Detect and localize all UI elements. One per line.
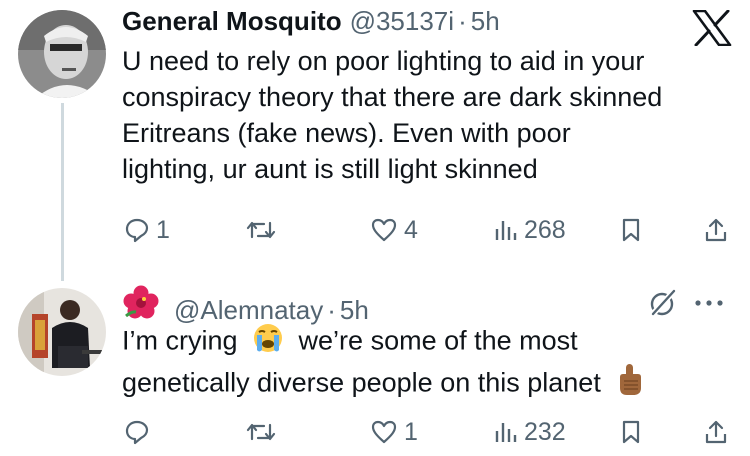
share-button[interactable] [704,210,728,250]
tweet1-header: General Mosquito @35137i · 5h [122,6,500,37]
view-count: 268 [524,215,566,244]
bookmark-icon [622,420,640,444]
hibiscus-flower-emoji [122,285,160,324]
header-separator: · [458,6,467,36]
tweet-text-line: Eritreans (fake news). Even with poor [122,118,571,148]
tweet-text-line: I’m crying we’re some of the most [122,322,644,363]
bookmark-icon [622,218,640,242]
tweet-text-fragment: genetically diverse people on this plane… [122,367,601,398]
grok-slash-circle-icon[interactable] [648,288,678,323]
like-count: 4 [404,215,418,244]
views-button[interactable]: 268 [494,210,566,250]
tweet-text-line: U need to rely on poor lighting to aid i… [122,46,645,76]
bookmark-button[interactable] [620,412,642,452]
comment-bubble-icon [125,218,149,243]
bookmark-button[interactable] [620,210,642,250]
tweet1-action-bar: 1 4 268 [122,210,732,250]
reply-button[interactable]: 1 [124,210,170,250]
tweet2-text: I’m crying we’re some of the most geneti… [122,322,644,406]
author-name[interactable]: General Mosquito [122,6,342,37]
tweet-text-line: genetically diverse people on this plane… [122,363,644,406]
avatar-alemnatay[interactable] [18,288,106,376]
more-dots-icon[interactable] [692,288,726,323]
comment-bubble-icon [125,420,149,445]
tweet1-text: U need to rely on poor lighting to aid i… [122,43,662,187]
heart-icon [371,420,397,444]
loudly-crying-face-emoji [251,322,285,363]
tweet-text-fragment: I’m crying [122,325,238,356]
heart-icon [371,218,397,242]
avatar-general-mosquito[interactable] [18,10,106,98]
tweet-text-fragment: we’re some of the most [298,325,578,356]
author-handle[interactable]: @35137i [350,6,454,37]
reply-count: 1 [156,215,170,244]
like-button[interactable]: 1 [370,412,418,452]
pointing-up-hand-emoji [614,363,644,406]
views-button[interactable]: 232 [494,412,566,452]
bar-chart-icon [495,423,517,442]
bar-chart-icon [495,221,517,240]
share-upload-icon [705,420,727,444]
tweet-text-line: conspiracy theory that there are dark sk… [122,82,663,112]
like-button[interactable]: 4 [370,210,418,250]
tweet-text-line: lighting, ur aunt is still light skinned [122,154,538,184]
retweet-button[interactable] [246,210,282,250]
tweet2-action-bar: 1 232 [122,412,732,452]
retweet-button[interactable] [246,412,282,452]
tweet-timestamp[interactable]: 5h [471,6,500,37]
share-button[interactable] [704,412,728,452]
retweet-arrows-icon [246,221,276,239]
view-count: 232 [524,417,566,446]
share-upload-icon [705,218,727,242]
x-logo-icon[interactable] [692,9,732,47]
tweet2-header: @Alemnatay · 5h [122,285,369,326]
retweet-arrows-icon [246,423,276,441]
reply-button[interactable] [124,412,156,452]
thread-connector-line [61,103,64,281]
like-count: 1 [404,417,418,446]
